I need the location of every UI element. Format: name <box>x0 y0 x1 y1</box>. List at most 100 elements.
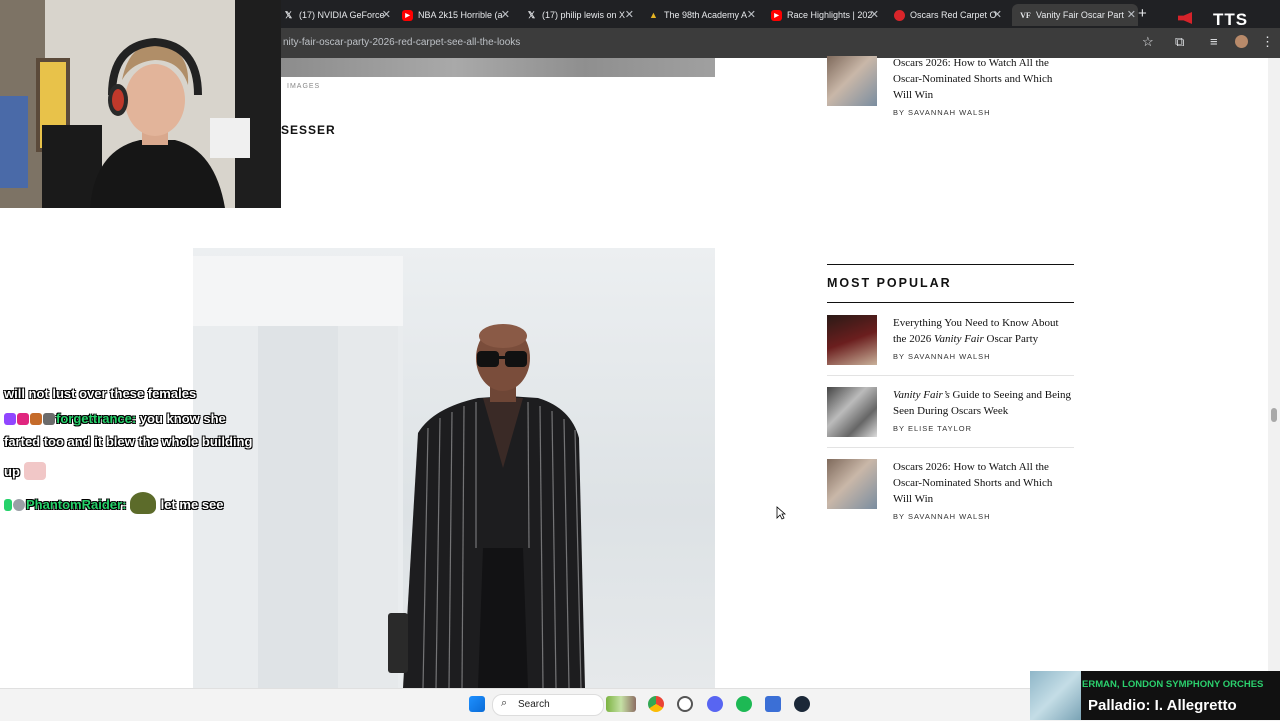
divider <box>827 447 1074 448</box>
webcam-overlay <box>0 0 281 208</box>
badge-icon <box>4 499 12 511</box>
profile-avatar-icon[interactable] <box>1235 35 1248 48</box>
tab-label: Race Highlights | 202 <box>787 10 873 20</box>
windows-start-icon[interactable] <box>469 696 485 712</box>
search-highlight-icon[interactable] <box>606 696 636 712</box>
tab-vanity-fair-active[interactable]: VF Vanity Fair Oscar Part ✕ <box>1012 4 1138 26</box>
close-tab-icon[interactable]: ✕ <box>870 8 879 21</box>
close-tab-icon[interactable]: ✕ <box>501 8 510 21</box>
badge-icon <box>13 499 25 511</box>
title-italic: Vanity Fair <box>933 333 984 345</box>
tab-academy[interactable]: ▲ The 98th Academy A ✕ <box>648 4 758 26</box>
section-heading: SESSER <box>281 123 336 137</box>
discord-icon[interactable] <box>707 696 723 712</box>
divider <box>827 375 1074 376</box>
tab-label: (17) philip lewis on X <box>542 10 626 20</box>
tab-label: Oscars Red Carpet O <box>910 10 997 20</box>
bookmark-star-icon[interactable]: ☆ <box>1142 34 1154 50</box>
article-thumbnail[interactable] <box>827 387 877 437</box>
academy-icon: ▲ <box>649 10 658 20</box>
chat-message-continued: farted too and it blew the whole buildin… <box>4 434 252 449</box>
url-text[interactable]: nity-fair-oscar-party-2026-red-carpet-se… <box>283 37 520 48</box>
twitch-badge-icon <box>4 413 16 425</box>
close-tab-icon[interactable]: ✕ <box>747 8 756 21</box>
chat-message: PhantomRaider: let me see <box>4 492 224 514</box>
scrollbar-thumb[interactable] <box>1271 408 1277 422</box>
title-text: Oscar Party <box>983 333 1039 345</box>
tab-label: (17) NVIDIA GeForce <box>299 10 385 20</box>
scrollbar[interactable] <box>1268 58 1280 688</box>
new-tab-button[interactable]: + <box>1138 5 1147 22</box>
mouse-cursor-icon <box>776 506 786 520</box>
previous-photo <box>281 58 715 77</box>
spotify-icon[interactable] <box>736 696 752 712</box>
chat-text: will not lust over these females <box>4 386 197 401</box>
tab-philip-lewis[interactable]: 𝕏 (17) philip lewis on X ✕ <box>526 4 636 26</box>
close-tab-icon[interactable]: ✕ <box>625 8 634 21</box>
article-byline[interactable]: BY ELISE TAYLOR <box>893 424 972 433</box>
popular-article-title[interactable]: Everything You Need to Know About the 20… <box>893 315 1073 347</box>
tab-label: NBA 2k15 Horrible (a <box>418 10 503 20</box>
now-playing-artist: ERMAN, LONDON SYMPHONY ORCHES <box>1082 679 1264 690</box>
popular-article-title[interactable]: Oscars 2026: How to Watch All the Oscar-… <box>893 459 1073 507</box>
tab-race-highlights[interactable]: ▶ Race Highlights | 202 ✕ <box>771 4 881 26</box>
article-thumbnail[interactable] <box>827 56 877 106</box>
article-byline[interactable]: BY SAVANNAH WALSH <box>893 352 991 361</box>
photo-illustration <box>193 256 585 688</box>
app-icon[interactable] <box>765 696 781 712</box>
article-byline[interactable]: BY SAVANNAH WALSH <box>893 108 991 117</box>
menu-kebab-icon[interactable]: ⋮ <box>1261 34 1274 50</box>
youtube-icon: ▶ <box>771 9 782 21</box>
pig-emote-icon <box>23 462 46 480</box>
red-circle-icon <box>894 9 905 21</box>
close-tab-icon[interactable]: ✕ <box>1127 8 1136 21</box>
chat-message: forgettrance: you know she <box>4 411 226 426</box>
most-popular-heading: MOST POPULAR <box>827 276 952 290</box>
chat-text: farted too and it blew the whole buildin… <box>4 434 253 449</box>
tab-oscars-red-carpet[interactable]: Oscars Red Carpet O ✕ <box>894 4 1004 26</box>
x-logo-icon: 𝕏 <box>527 9 536 20</box>
album-art <box>1030 671 1081 720</box>
heart-badge-icon <box>17 413 29 425</box>
frog-emote-icon <box>130 492 157 514</box>
extensions-icon[interactable]: ⧉ <box>1175 34 1184 50</box>
article-thumbnail[interactable] <box>827 459 877 509</box>
steam-icon[interactable] <box>794 696 810 712</box>
vf-icon: VF <box>1020 10 1031 20</box>
taskbar-search-label: Search <box>518 699 550 710</box>
red-carpet-photo <box>193 248 715 688</box>
chat-username: PhantomRaider: <box>26 497 127 512</box>
tts-label: TTS <box>1213 10 1249 29</box>
photo-credit: IMAGES <box>287 83 321 90</box>
app-icon[interactable] <box>677 696 693 712</box>
article-byline[interactable]: BY SAVANNAH WALSH <box>893 512 991 521</box>
webcam-scene <box>0 0 281 208</box>
chrome-icon[interactable] <box>648 696 664 712</box>
tab-label: Vanity Fair Oscar Part <box>1036 10 1124 20</box>
emote-badge-icon <box>43 413 55 425</box>
now-playing-track: Palladio: I. Allegretto <box>1088 697 1237 714</box>
tab-label: The 98th Academy A <box>664 10 748 20</box>
popular-article-title[interactable]: Vanity Fair’s Guide to Seeing and Being … <box>893 387 1073 419</box>
chat-username: forgettrance: <box>56 411 137 426</box>
chat-text: up <box>4 464 20 479</box>
emote-badge-icon <box>30 413 42 425</box>
media-control-icon[interactable]: ≡ <box>1210 34 1218 49</box>
chat-text: let me see <box>157 497 224 512</box>
sidebar-article-title[interactable]: Oscars 2026: How to Watch All the Oscar-… <box>893 55 1073 103</box>
chat-message: will not lust over these females <box>4 386 196 401</box>
chat-message-continued: up <box>4 462 47 480</box>
title-italic: Vanity Fair’s <box>893 389 950 401</box>
close-tab-icon[interactable]: ✕ <box>993 8 1002 21</box>
divider <box>827 302 1074 303</box>
title-text: Oscars 2026: How to Watch All the Oscar-… <box>893 461 1053 505</box>
divider <box>827 264 1074 265</box>
chat-text: you know she <box>136 411 226 426</box>
search-icon: ⌕ <box>501 697 508 709</box>
tab-nvidia[interactable]: 𝕏 (17) NVIDIA GeForce ✕ <box>283 4 393 26</box>
close-tab-icon[interactable]: ✕ <box>382 8 391 21</box>
x-logo-icon: 𝕏 <box>284 9 293 20</box>
youtube-icon: ▶ <box>402 9 413 21</box>
tab-nba[interactable]: ▶ NBA 2k15 Horrible (a ✕ <box>402 4 512 26</box>
article-thumbnail[interactable] <box>827 315 877 365</box>
